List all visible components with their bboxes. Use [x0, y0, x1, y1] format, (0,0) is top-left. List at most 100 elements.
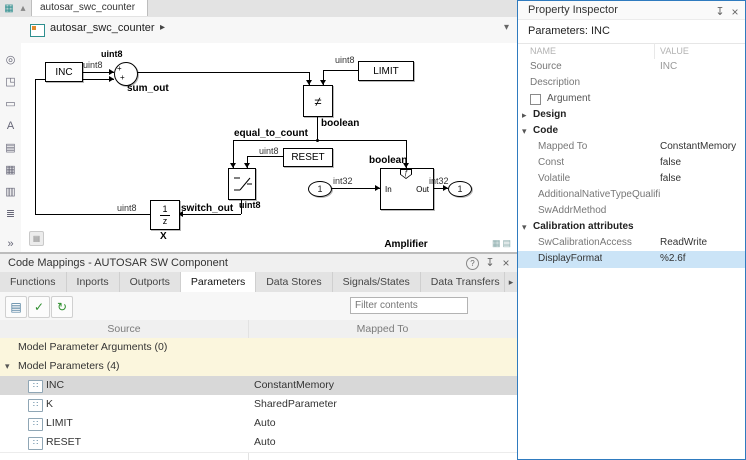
refresh-icon[interactable]: ↻: [51, 296, 73, 318]
code-mappings-tab-strip: Functions Inports Outports Parameters Da…: [0, 272, 505, 293]
property-row-const[interactable]: Const false: [518, 155, 745, 172]
breadcrumb-caret-icon[interactable]: ▸: [160, 22, 165, 33]
inport-1[interactable]: 1: [308, 181, 332, 197]
parameter-icon: ∷: [28, 399, 43, 412]
tab-signals-states[interactable]: Signals/States: [332, 272, 421, 292]
list-tool-icon[interactable]: ≣: [0, 203, 21, 225]
box-tool-icon[interactable]: ▭: [0, 93, 21, 115]
tab-outports[interactable]: Outports: [119, 272, 181, 292]
row-mapped-to[interactable]: ConstantMemory: [254, 376, 334, 395]
canvas-badge-icon[interactable]: ▦: [29, 231, 44, 246]
group-row-model-parameter-arguments[interactable]: Model Parameter Arguments (0): [0, 338, 517, 358]
zoom-pane-icon[interactable]: ▤: [502, 238, 513, 248]
property-row-mapped-to[interactable]: Mapped To ConstantMemory: [518, 139, 745, 156]
palette-more-icon[interactable]: »: [0, 238, 21, 250]
chevron-right-icon[interactable]: ▸: [522, 107, 532, 123]
image-tool-icon[interactable]: ▦: [0, 159, 21, 181]
block-inc[interactable]: INC: [45, 62, 83, 82]
section-row-design[interactable]: ▸ Design: [518, 107, 745, 124]
zoom-grid-icon[interactable]: ▦: [492, 238, 503, 248]
table-row-limit[interactable]: ∷ LIMIT Auto: [0, 414, 517, 434]
update-diagram-icon[interactable]: ▤: [5, 296, 27, 318]
block-limit[interactable]: LIMIT: [358, 61, 414, 81]
tab-functions[interactable]: Functions: [0, 272, 67, 292]
property-row-display-format[interactable]: DisplayFormat %2.6f: [518, 251, 745, 268]
parameter-icon: ∷: [28, 437, 43, 450]
table-row-inc[interactable]: ∷ INC ConstantMemory: [0, 376, 517, 396]
rows-tool-icon[interactable]: ▤: [0, 137, 21, 159]
document-tab[interactable]: autosar_swc_counter: [31, 0, 149, 16]
row-mapped-to[interactable]: Auto: [254, 433, 276, 452]
validate-check-icon[interactable]: ✓: [28, 296, 50, 318]
property-value[interactable]: %2.6f: [660, 251, 686, 267]
delay-numerator: 1: [162, 203, 168, 214]
tab-data-stores[interactable]: Data Stores: [256, 272, 333, 292]
property-row-description[interactable]: Description: [518, 75, 745, 92]
block-reset[interactable]: RESET: [283, 148, 333, 167]
panel-tool-icon[interactable]: ▥: [0, 181, 21, 203]
table-row-k[interactable]: ∷ K SharedParameter: [0, 395, 517, 415]
close-icon[interactable]: ×: [499, 257, 513, 270]
tab-arrow-icon[interactable]: ▴: [16, 1, 30, 16]
canvas-zoom-controls[interactable]: ▦▤: [492, 238, 513, 249]
tab-scroll-icon[interactable]: ▸: [504, 272, 517, 293]
tab-parameters[interactable]: Parameters: [180, 272, 257, 292]
property-inspector-header: Property Inspector ↧ ×: [518, 1, 745, 20]
model-browser-icon[interactable]: ▦: [2, 1, 16, 16]
tab-data-transfers[interactable]: Data Transfers: [420, 272, 505, 292]
type-label: int32: [429, 176, 449, 186]
annotation-tool-icon[interactable]: A: [0, 115, 21, 137]
wire: [247, 156, 283, 157]
property-row-source[interactable]: Source INC: [518, 59, 745, 76]
switch-icon: [234, 177, 252, 191]
row-mapped-to[interactable]: Auto: [254, 414, 276, 433]
outport-1[interactable]: 1: [448, 181, 472, 197]
property-row-sw-calibration-access[interactable]: SwCalibrationAccess ReadWrite: [518, 235, 745, 252]
group-row-model-parameters[interactable]: ▾ Model Parameters (4): [0, 357, 517, 377]
help-icon[interactable]: ?: [466, 257, 479, 270]
type-label: int32: [333, 176, 353, 186]
property-row-argument[interactable]: Argument: [518, 91, 745, 108]
type-label: uint8: [83, 60, 103, 70]
wire: [233, 140, 406, 141]
property-value[interactable]: ConstantMemory: [660, 139, 736, 155]
pin-icon[interactable]: ↧: [483, 257, 497, 270]
signal-label-switch-out: switch_out: [181, 203, 234, 214]
column-header-mapped-to[interactable]: Mapped To: [248, 320, 517, 338]
property-row-additional-native-type-qualifier[interactable]: AdditionalNativeTypeQualifier: [518, 187, 745, 204]
section-row-code[interactable]: ▾ Code: [518, 123, 745, 140]
type-label: uint8: [101, 49, 123, 59]
group-label: Model Parameters (4): [18, 360, 120, 372]
filter-contents-input[interactable]: [350, 297, 468, 314]
row-mapped-to[interactable]: SharedParameter: [254, 395, 337, 414]
block-switch[interactable]: [228, 168, 256, 200]
property-row-volatile[interactable]: Volatile false: [518, 171, 745, 188]
model-canvas[interactable]: INC + + LIMIT ≠ RESET 1 z In Out ƒ 1 1 u…: [21, 43, 517, 252]
breadcrumb-item[interactable]: autosar_swc_counter: [50, 22, 155, 34]
column-header-source[interactable]: Source: [0, 320, 248, 338]
section-row-calibration-attributes[interactable]: ▾ Calibration attributes: [518, 219, 745, 236]
canvas-dropdown-icon[interactable]: ▾: [504, 22, 509, 33]
property-row-sw-addr-method[interactable]: SwAddrMethod: [518, 203, 745, 220]
zoom-icon[interactable]: ◎: [0, 49, 21, 71]
block-unit-delay-x[interactable]: 1 z: [150, 200, 180, 230]
wire: [35, 79, 36, 214]
chevron-down-icon[interactable]: ▾: [5, 357, 15, 376]
property-value[interactable]: ReadWrite: [660, 235, 707, 251]
column-header-name: NAME: [530, 46, 557, 56]
property-value[interactable]: INC: [660, 59, 677, 75]
block-name-amplifier: Amplifier: [384, 239, 428, 250]
fit-view-icon[interactable]: ◳: [0, 71, 21, 93]
mappings-table-header: Source Mapped To: [0, 320, 517, 339]
row-source: LIMIT: [46, 417, 73, 429]
block-not-equal[interactable]: ≠: [303, 85, 333, 117]
property-value[interactable]: false: [660, 155, 681, 171]
chevron-down-icon[interactable]: ▾: [522, 219, 532, 235]
tab-inports[interactable]: Inports: [66, 272, 120, 292]
table-row-reset[interactable]: ∷ RESET Auto: [0, 433, 517, 453]
property-value[interactable]: false: [660, 171, 681, 187]
signal-label-equal-to-count: equal_to_count: [234, 128, 308, 139]
argument-checkbox[interactable]: [530, 94, 541, 105]
chevron-down-icon[interactable]: ▾: [522, 123, 532, 139]
arrowhead: [109, 76, 114, 82]
